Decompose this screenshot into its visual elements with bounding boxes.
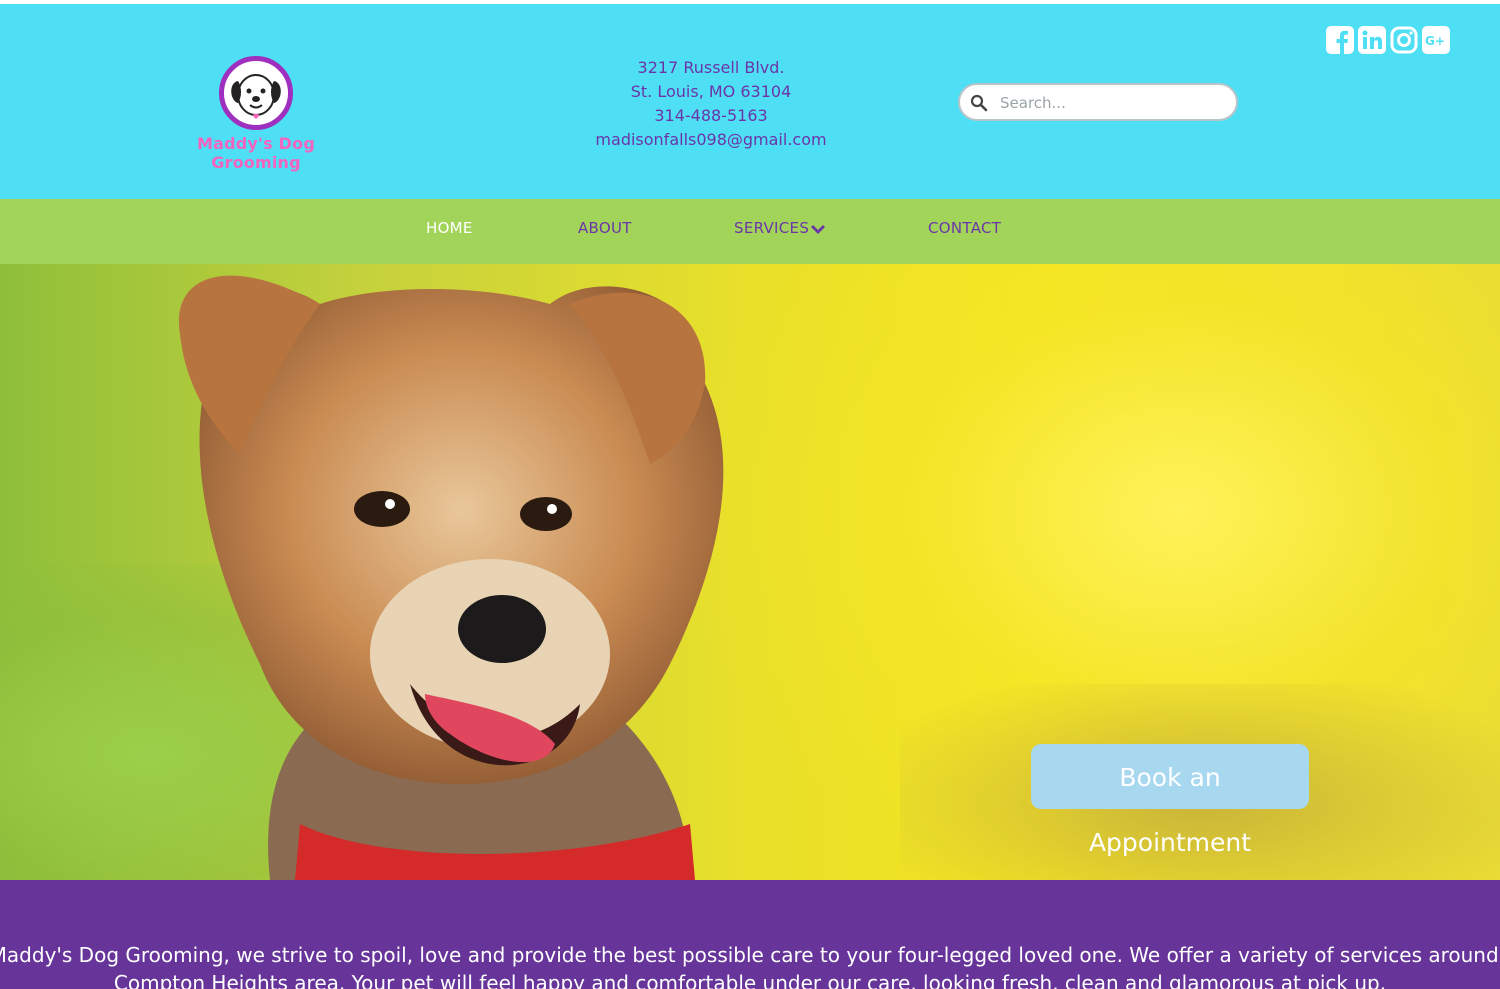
main-nav: HOME ABOUT SERVICES CONTACT xyxy=(0,199,1500,264)
facebook-icon[interactable] xyxy=(1326,26,1354,54)
address-line-1: 3217 Russell Blvd. xyxy=(637,58,785,77)
logo-dog-icon xyxy=(219,56,293,130)
google-plus-icon[interactable]: G+ xyxy=(1422,26,1450,54)
search-input[interactable] xyxy=(998,90,1227,116)
book-appointment-button[interactable]: Book an Appointment xyxy=(1031,744,1309,857)
nav-item-contact[interactable]: CONTACT xyxy=(928,219,1001,237)
intro-text: At Maddy's Dog Grooming, we strive to sp… xyxy=(0,943,1500,989)
linkedin-icon[interactable] xyxy=(1358,26,1386,54)
phone-link[interactable]: 314-488-5163 xyxy=(560,104,862,128)
nav-item-home[interactable]: HOME xyxy=(426,219,473,237)
nav-item-services[interactable]: SERVICES xyxy=(734,219,826,237)
search-box xyxy=(958,83,1238,121)
chevron-down-icon xyxy=(811,224,826,234)
address-line-2: St. Louis, MO 63104 xyxy=(630,82,792,101)
hero-banner: Book an Appointment xyxy=(0,264,1500,880)
logo-text: Maddy's Dog Grooming xyxy=(197,134,315,172)
nav-item-about[interactable]: ABOUT xyxy=(578,219,632,237)
email-link[interactable]: madisonfalls098@gmail.com xyxy=(560,128,862,152)
intro-section: At Maddy's Dog Grooming, we strive to sp… xyxy=(0,880,1500,989)
site-header: Maddy's Dog Grooming 3217 Russell Blvd. … xyxy=(0,4,1500,199)
site-logo[interactable]: Maddy's Dog Grooming xyxy=(150,52,362,172)
svg-text:G+: G+ xyxy=(1425,34,1445,48)
hero-dog-image xyxy=(178,275,724,880)
search-icon[interactable] xyxy=(970,94,988,112)
instagram-icon[interactable] xyxy=(1390,26,1418,54)
contact-info: 3217 Russell Blvd. St. Louis, MO 63104 3… xyxy=(560,56,862,152)
nav-item-services-label: SERVICES xyxy=(734,219,810,237)
